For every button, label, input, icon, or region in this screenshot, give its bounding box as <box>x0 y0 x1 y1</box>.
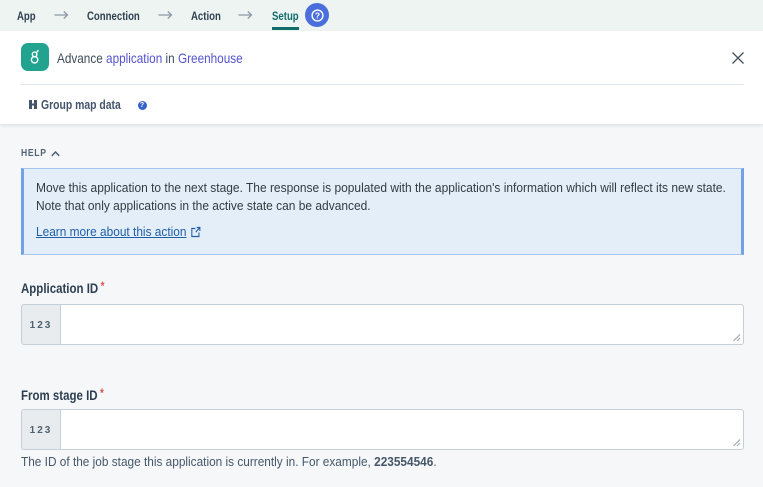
svg-text:?: ? <box>314 10 319 20</box>
